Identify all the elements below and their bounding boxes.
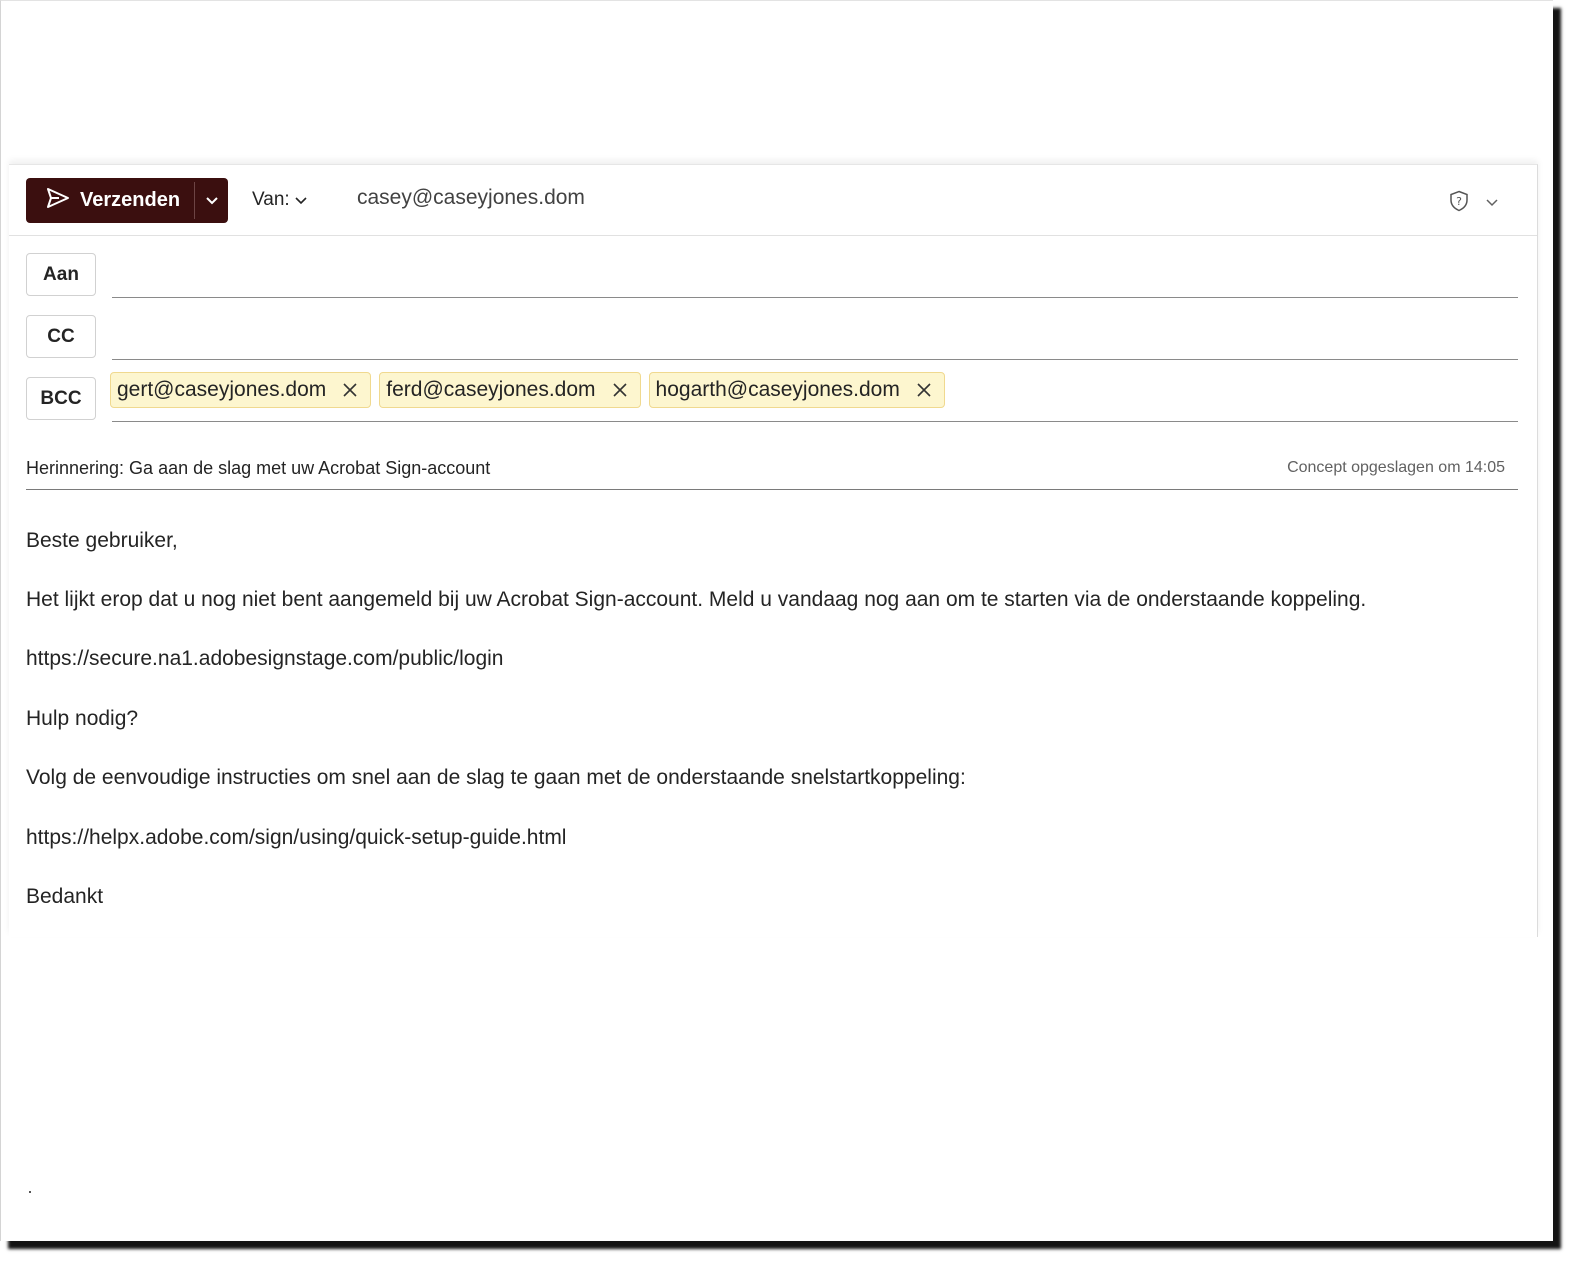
recipient-chip[interactable]: gert@caseyjones.dom <box>110 372 372 408</box>
cc-button[interactable]: CC <box>26 315 96 358</box>
chevron-down-icon[interactable] <box>1486 194 1498 212</box>
chevron-down-icon <box>205 192 218 210</box>
close-icon[interactable] <box>342 382 358 398</box>
recipient-chip[interactable]: ferd@caseyjones.dom <box>379 372 641 408</box>
bcc-button[interactable]: BCC <box>26 377 96 420</box>
send-icon <box>46 187 70 215</box>
stray-dot <box>29 1191 31 1193</box>
send-options-button[interactable] <box>195 178 228 223</box>
to-button[interactable]: Aan <box>26 253 96 296</box>
send-label: Verzenden <box>80 189 181 211</box>
body-paragraph: Volg de eenvoudige instructies om snel a… <box>26 766 966 789</box>
bcc-recipients: gert@caseyjones.dom ferd@caseyjones.dom … <box>110 372 945 408</box>
body-greeting: Beste gebruiker, <box>26 529 178 552</box>
subject-field[interactable]: Herinnering: Ga aan de slag met uw Acrob… <box>26 458 490 479</box>
recipient-chip-label: gert@caseyjones.dom <box>117 378 327 401</box>
compose-toolbar: Verzenden Van: casey@caseyjones.dom ? <box>9 165 1537 236</box>
body-paragraph: Hulp nodig? <box>26 707 139 730</box>
close-icon[interactable] <box>916 382 932 398</box>
bcc-field[interactable] <box>112 421 1518 422</box>
recipient-chip-label: hogarth@caseyjones.dom <box>655 378 900 401</box>
send-button-group: Verzenden <box>26 178 228 223</box>
recipient-chip[interactable]: hogarth@caseyjones.dom <box>648 372 945 408</box>
svg-text:?: ? <box>1456 195 1462 208</box>
from-button[interactable]: Van: <box>252 189 307 211</box>
from-address: casey@caseyjones.dom <box>357 186 585 209</box>
subject-underline <box>26 489 1518 490</box>
chevron-down-icon <box>295 189 307 211</box>
quick-setup-link[interactable]: https://helpx.adobe.com/sign/using/quick… <box>26 826 566 850</box>
body-paragraph: Het lijkt erop dat u nog niet bent aange… <box>26 588 1367 611</box>
shield-question-icon[interactable]: ? <box>1449 190 1469 217</box>
login-link[interactable]: https://secure.na1.adobesignstage.com/pu… <box>26 647 503 671</box>
send-button[interactable]: Verzenden <box>26 178 194 223</box>
compose-pane: Verzenden Van: casey@caseyjones.dom ? Aa… <box>9 164 1538 937</box>
draft-status: Concept opgeslagen om 14:05 <box>1287 459 1505 476</box>
from-label: Van: <box>252 189 290 210</box>
window-frame: Verzenden Van: casey@caseyjones.dom ? Aa… <box>0 0 1553 1241</box>
body-signoff: Bedankt <box>26 885 104 908</box>
cc-field[interactable] <box>112 359 1518 360</box>
recipient-chip-label: ferd@caseyjones.dom <box>386 378 596 401</box>
close-icon[interactable] <box>612 382 628 398</box>
to-field[interactable] <box>112 297 1518 298</box>
